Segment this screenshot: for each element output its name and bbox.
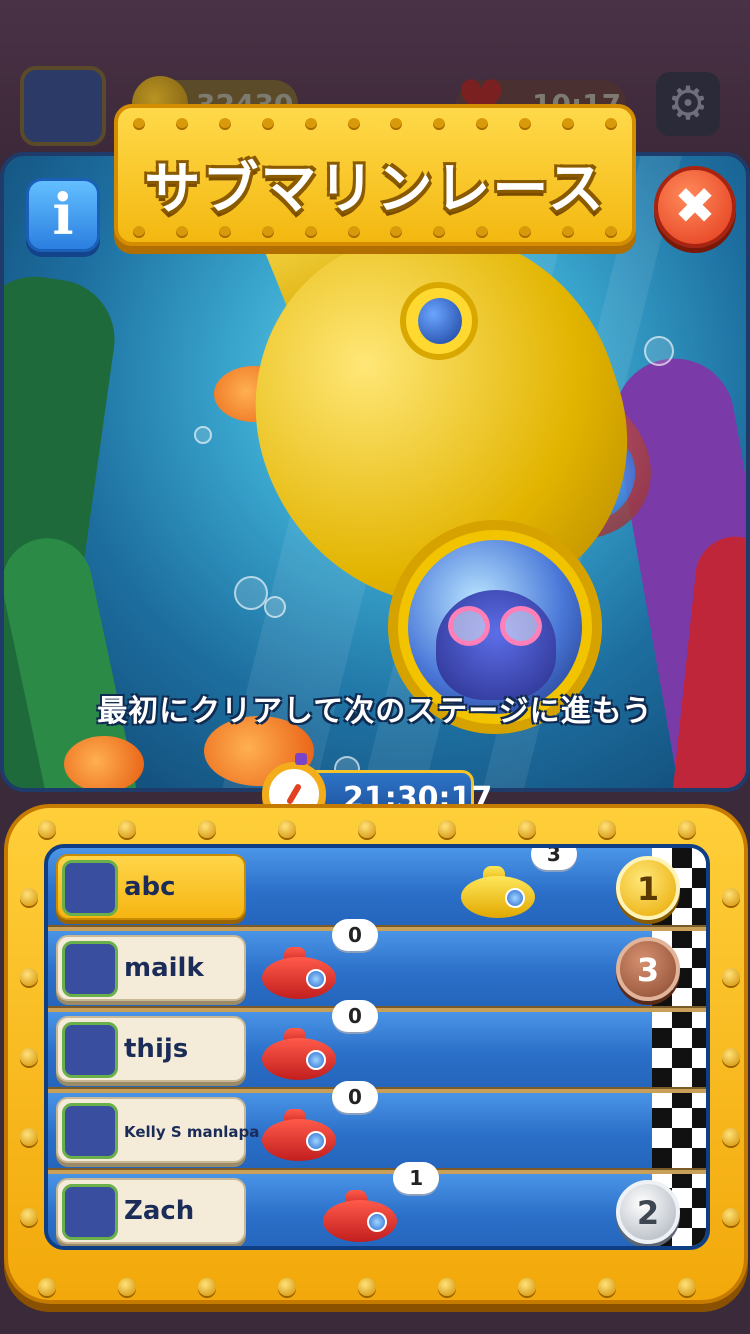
score-bubble: 0 bbox=[332, 1000, 378, 1032]
score-bubble: 0 bbox=[332, 1081, 378, 1113]
player-name: Zach bbox=[124, 1196, 195, 1226]
profile-avatar bbox=[20, 66, 106, 146]
submarine-icon bbox=[460, 866, 535, 918]
submarine-icon bbox=[262, 1028, 336, 1080]
score-bubble: 3 bbox=[530, 848, 577, 870]
player-name: thijs bbox=[124, 1034, 189, 1064]
rank-medal: 3 bbox=[616, 937, 680, 1001]
player-tag[interactable]: thijs bbox=[56, 1016, 246, 1082]
close-button[interactable]: ✖ bbox=[654, 166, 736, 248]
lane-divider bbox=[48, 925, 706, 931]
submarine-icon bbox=[262, 947, 336, 999]
player-tag[interactable]: abc bbox=[56, 854, 246, 920]
score-bubble: 0 bbox=[332, 919, 378, 951]
player-name: mailk bbox=[124, 953, 204, 983]
info-button[interactable]: i bbox=[26, 178, 100, 252]
rank-medal: 1 bbox=[616, 856, 680, 920]
avatar bbox=[62, 941, 118, 997]
player-name: abc bbox=[124, 872, 176, 902]
event-title: サブマリンレース bbox=[144, 157, 606, 222]
avatar bbox=[62, 860, 118, 916]
gear-icon: ⚙ bbox=[656, 72, 720, 136]
lane-divider bbox=[48, 1006, 706, 1012]
score-bubble: 1 bbox=[393, 1162, 440, 1194]
player-name: Kelly S manlapa bbox=[124, 1123, 260, 1141]
submarine-icon bbox=[323, 1190, 398, 1242]
periscope bbox=[400, 282, 478, 360]
avatar bbox=[62, 1103, 118, 1159]
lane-divider bbox=[48, 1168, 706, 1174]
avatar bbox=[62, 1022, 118, 1078]
player-tag[interactable]: Kelly S manlapa bbox=[56, 1097, 259, 1163]
avatar bbox=[62, 1184, 118, 1240]
event-subtitle: 最初にクリアして次のステージに進もう bbox=[97, 694, 653, 729]
lane-divider bbox=[48, 1087, 706, 1093]
rank-medal: 2 bbox=[616, 1180, 680, 1244]
race-track: abc 3 1 mailk 0 3 thijs 0 Kelly S manlapa 0 Zach 1 2 bbox=[44, 844, 710, 1250]
event-title-plate: サブマリンレース bbox=[114, 104, 636, 246]
player-tag[interactable]: Zach bbox=[56, 1178, 246, 1244]
player-tag[interactable]: mailk bbox=[56, 935, 246, 1001]
submarine-icon bbox=[262, 1109, 336, 1161]
